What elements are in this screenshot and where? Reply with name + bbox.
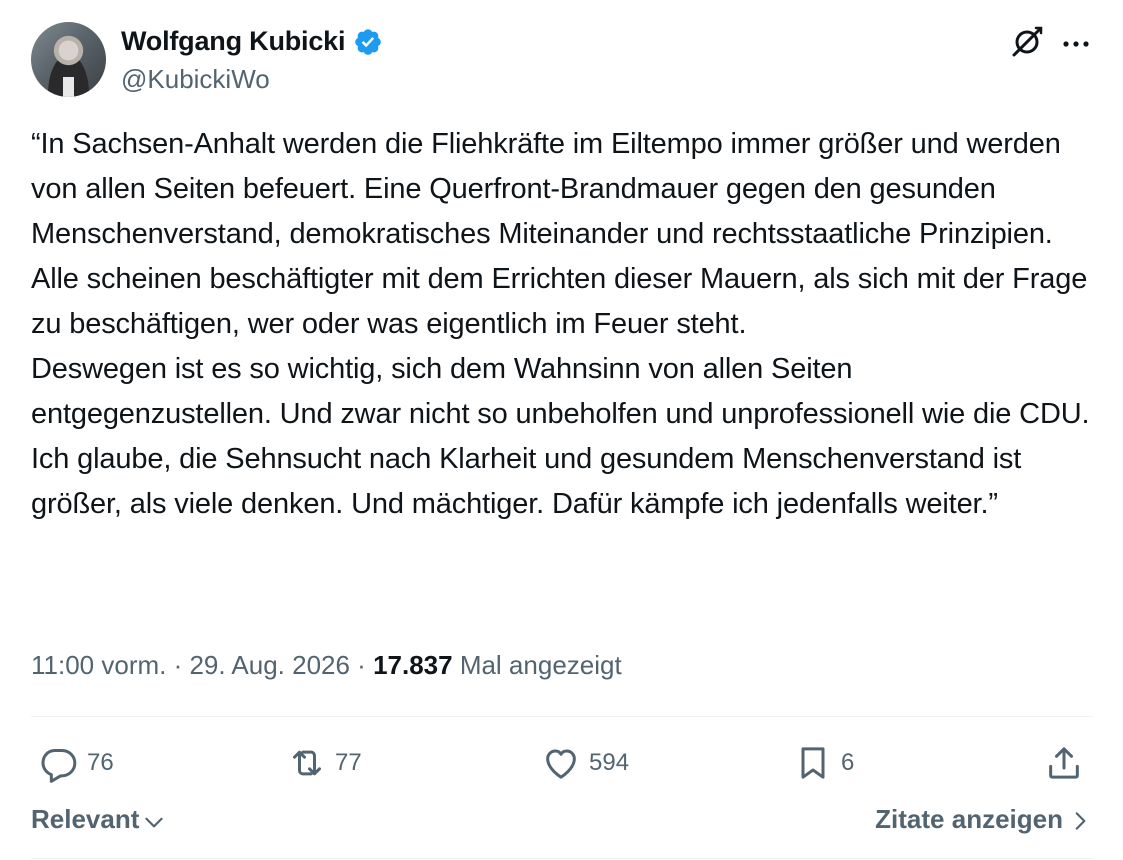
bookmark-count: 6 [841, 749, 855, 776]
sort-dropdown[interactable]: Relevant [31, 804, 167, 835]
view-quotes-link[interactable]: Zitate anzeigen [875, 804, 1093, 835]
reply-icon [41, 749, 77, 783]
avatar[interactable] [31, 22, 106, 97]
sort-label: Relevant [31, 804, 140, 834]
reply-sort-bar: Relevant Zitate anzeigen [31, 800, 1093, 842]
like-button[interactable]: 594 [541, 738, 629, 788]
reply-count: 76 [87, 749, 114, 776]
views-label: Mal angezeigt [452, 650, 622, 680]
share-icon [1049, 747, 1079, 779]
chevron-right-icon [1075, 811, 1086, 830]
heart-icon [546, 749, 576, 779]
tweet-meta: 11:00 vorm. · 29. Aug. 2026 · 17.837 Mal… [31, 650, 622, 681]
bookmark-icon [801, 747, 825, 779]
tweet-header: Wolfgang Kubicki @KubickiWo [31, 22, 1093, 98]
reply-button[interactable]: 76 [39, 738, 114, 788]
tweet-date[interactable]: 29. Aug. 2026 [189, 650, 349, 680]
grok-icon[interactable] [1009, 24, 1045, 60]
like-count: 594 [589, 749, 630, 776]
meta-separator: · [349, 650, 374, 680]
repost-button[interactable]: 77 [287, 738, 362, 788]
quotes-label: Zitate anzeigen [875, 804, 1063, 834]
share-button[interactable] [1044, 738, 1084, 788]
author-handle[interactable]: @KubickiWo [121, 64, 270, 95]
repost-count: 77 [335, 749, 362, 776]
more-icon[interactable] [1058, 26, 1094, 62]
action-bar: 76 77 594 6 [31, 738, 1093, 788]
divider [31, 716, 1093, 717]
repost-icon [293, 750, 321, 776]
chevron-down-icon [145, 817, 164, 827]
tweet-text: “In Sachsen-Anhalt werden die Fliehkräft… [31, 128, 1090, 520]
view-count: 17.837 [373, 650, 453, 680]
tweet-time[interactable]: 11:00 vorm. [31, 650, 166, 680]
bookmark-button[interactable]: 6 [793, 738, 854, 788]
author-name-row: Wolfgang Kubicki [121, 26, 383, 57]
divider [31, 858, 1093, 859]
meta-separator: · [166, 650, 190, 680]
author-name[interactable]: Wolfgang Kubicki [121, 26, 345, 57]
verified-badge-icon[interactable] [353, 27, 383, 57]
